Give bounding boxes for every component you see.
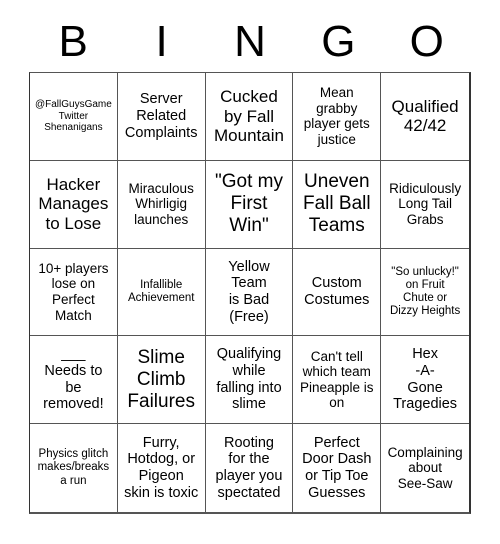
cell-text: Slime Climb Failures	[127, 347, 195, 412]
header-letter-g: G	[321, 17, 356, 66]
bingo-cell-r2-c3[interactable]: Custom Costumes	[293, 248, 382, 337]
bingo-cell-r1-c3[interactable]: Uneven Fall Ball Teams	[293, 160, 382, 249]
cell-text: Miraculous Whirligig launches	[128, 180, 194, 227]
bingo-cell-r3-c2[interactable]: Qualifying while falling into slime	[205, 336, 294, 425]
bingo-cell-r4-c3[interactable]: Perfect Door Dash or Tip Toe Guesses	[293, 424, 382, 512]
bingo-cell-r0-c4[interactable]: Qualified 42/42	[381, 73, 469, 161]
bingo-cell-r0-c2[interactable]: Cucked by Fall Mountain	[205, 73, 294, 161]
bingo-header: B I N G O	[29, 14, 471, 70]
cell-text: Custom Costumes	[304, 275, 370, 308]
cell-text: "Got my First Win"	[215, 171, 283, 237]
cell-text: Qualified 42/42	[391, 96, 459, 136]
cell-text: Hacker Manages to Lose	[38, 174, 109, 233]
cell-text: Yellow Team is Bad (Free)	[228, 258, 270, 325]
bingo-cell-r3-c4[interactable]: Hex -A- Gone Tragedies	[381, 336, 469, 425]
bingo-cell-r1-c1[interactable]: Miraculous Whirligig launches	[117, 160, 206, 249]
bingo-cell-r4-c1[interactable]: Furry, Hotdog, or Pigeon skin is toxic	[118, 424, 206, 512]
bingo-cell-r2-c4[interactable]: "So unlucky!" on Fruit Chute or Dizzy He…	[381, 249, 469, 337]
bingo-cell-r4-c0[interactable]: Physics glitch makes/breaks a run	[30, 424, 118, 512]
cell-text: Server Related Complaints	[124, 91, 198, 141]
bingo-cell-r0-c0[interactable]: @FallGuysGame Twitter Shenanigans	[30, 73, 118, 161]
bingo-free-space[interactable]: Yellow Team is Bad (Free)	[205, 248, 294, 337]
bingo-card-grid: @FallGuysGame Twitter Shenanigans Server…	[29, 72, 471, 514]
header-letter-o: O	[409, 17, 444, 66]
cell-text: Physics glitch makes/breaks a run	[37, 448, 110, 487]
cell-text: Can't tell which team Pineapple is on	[300, 348, 374, 411]
bingo-cell-r0-c3[interactable]: Mean grabby player gets justice	[293, 73, 382, 161]
bingo-cell-r2-c1[interactable]: Infallible Achievement	[117, 248, 206, 337]
bingo-cell-r3-c0[interactable]: ___ Needs to be removed!	[30, 336, 118, 425]
cell-text: Furry, Hotdog, or Pigeon skin is toxic	[124, 434, 199, 501]
bingo-cell-r4-c2[interactable]: Rooting for the player you spectated	[206, 424, 294, 512]
cell-text: Mean grabby player gets justice	[303, 85, 370, 147]
bingo-cell-r1-c0[interactable]: Hacker Manages to Lose	[30, 160, 118, 249]
header-letter-i: I	[155, 17, 168, 66]
cell-text: Perfect Door Dash or Tip Toe Guesses	[302, 434, 372, 501]
header-letter-n: N	[234, 17, 266, 66]
header-letter-b: B	[58, 17, 88, 66]
bingo-cell-r1-c4[interactable]: Ridiculously Long Tail Grabs	[381, 161, 469, 249]
cell-text: Rooting for the player you spectated	[215, 434, 283, 501]
bingo-cell-r3-c1[interactable]: Slime Climb Failures	[117, 336, 206, 425]
bingo-cell-r4-c4[interactable]: Complaining about See-Saw	[381, 424, 469, 512]
cell-text: Hex -A- Gone Tragedies	[393, 346, 458, 413]
bingo-cell-r2-c0[interactable]: 10+ players lose on Perfect Match	[30, 248, 118, 337]
cell-text: 10+ players lose on Perfect Match	[38, 260, 109, 323]
bingo-cell-r1-c2[interactable]: "Got my First Win"	[205, 160, 294, 249]
cell-text: Uneven Fall Ball Teams	[303, 171, 371, 237]
bingo-cell-r0-c1[interactable]: Server Related Complaints	[117, 73, 206, 161]
cell-text: Complaining about See-Saw	[387, 444, 463, 491]
cell-text: ___ Needs to be removed!	[43, 346, 104, 413]
cell-text: "So unlucky!" on Fruit Chute or Dizzy He…	[389, 265, 461, 318]
cell-text: Ridiculously Long Tail Grabs	[389, 180, 462, 227]
cell-text: Infallible Achievement	[127, 278, 195, 304]
bingo-cell-r3-c3[interactable]: Can't tell which team Pineapple is on	[293, 336, 382, 425]
cell-text: Cucked by Fall Mountain	[214, 87, 284, 146]
cell-text: Qualifying while falling into slime	[216, 346, 282, 413]
cell-text: @FallGuysGame Twitter Shenanigans	[34, 99, 112, 134]
